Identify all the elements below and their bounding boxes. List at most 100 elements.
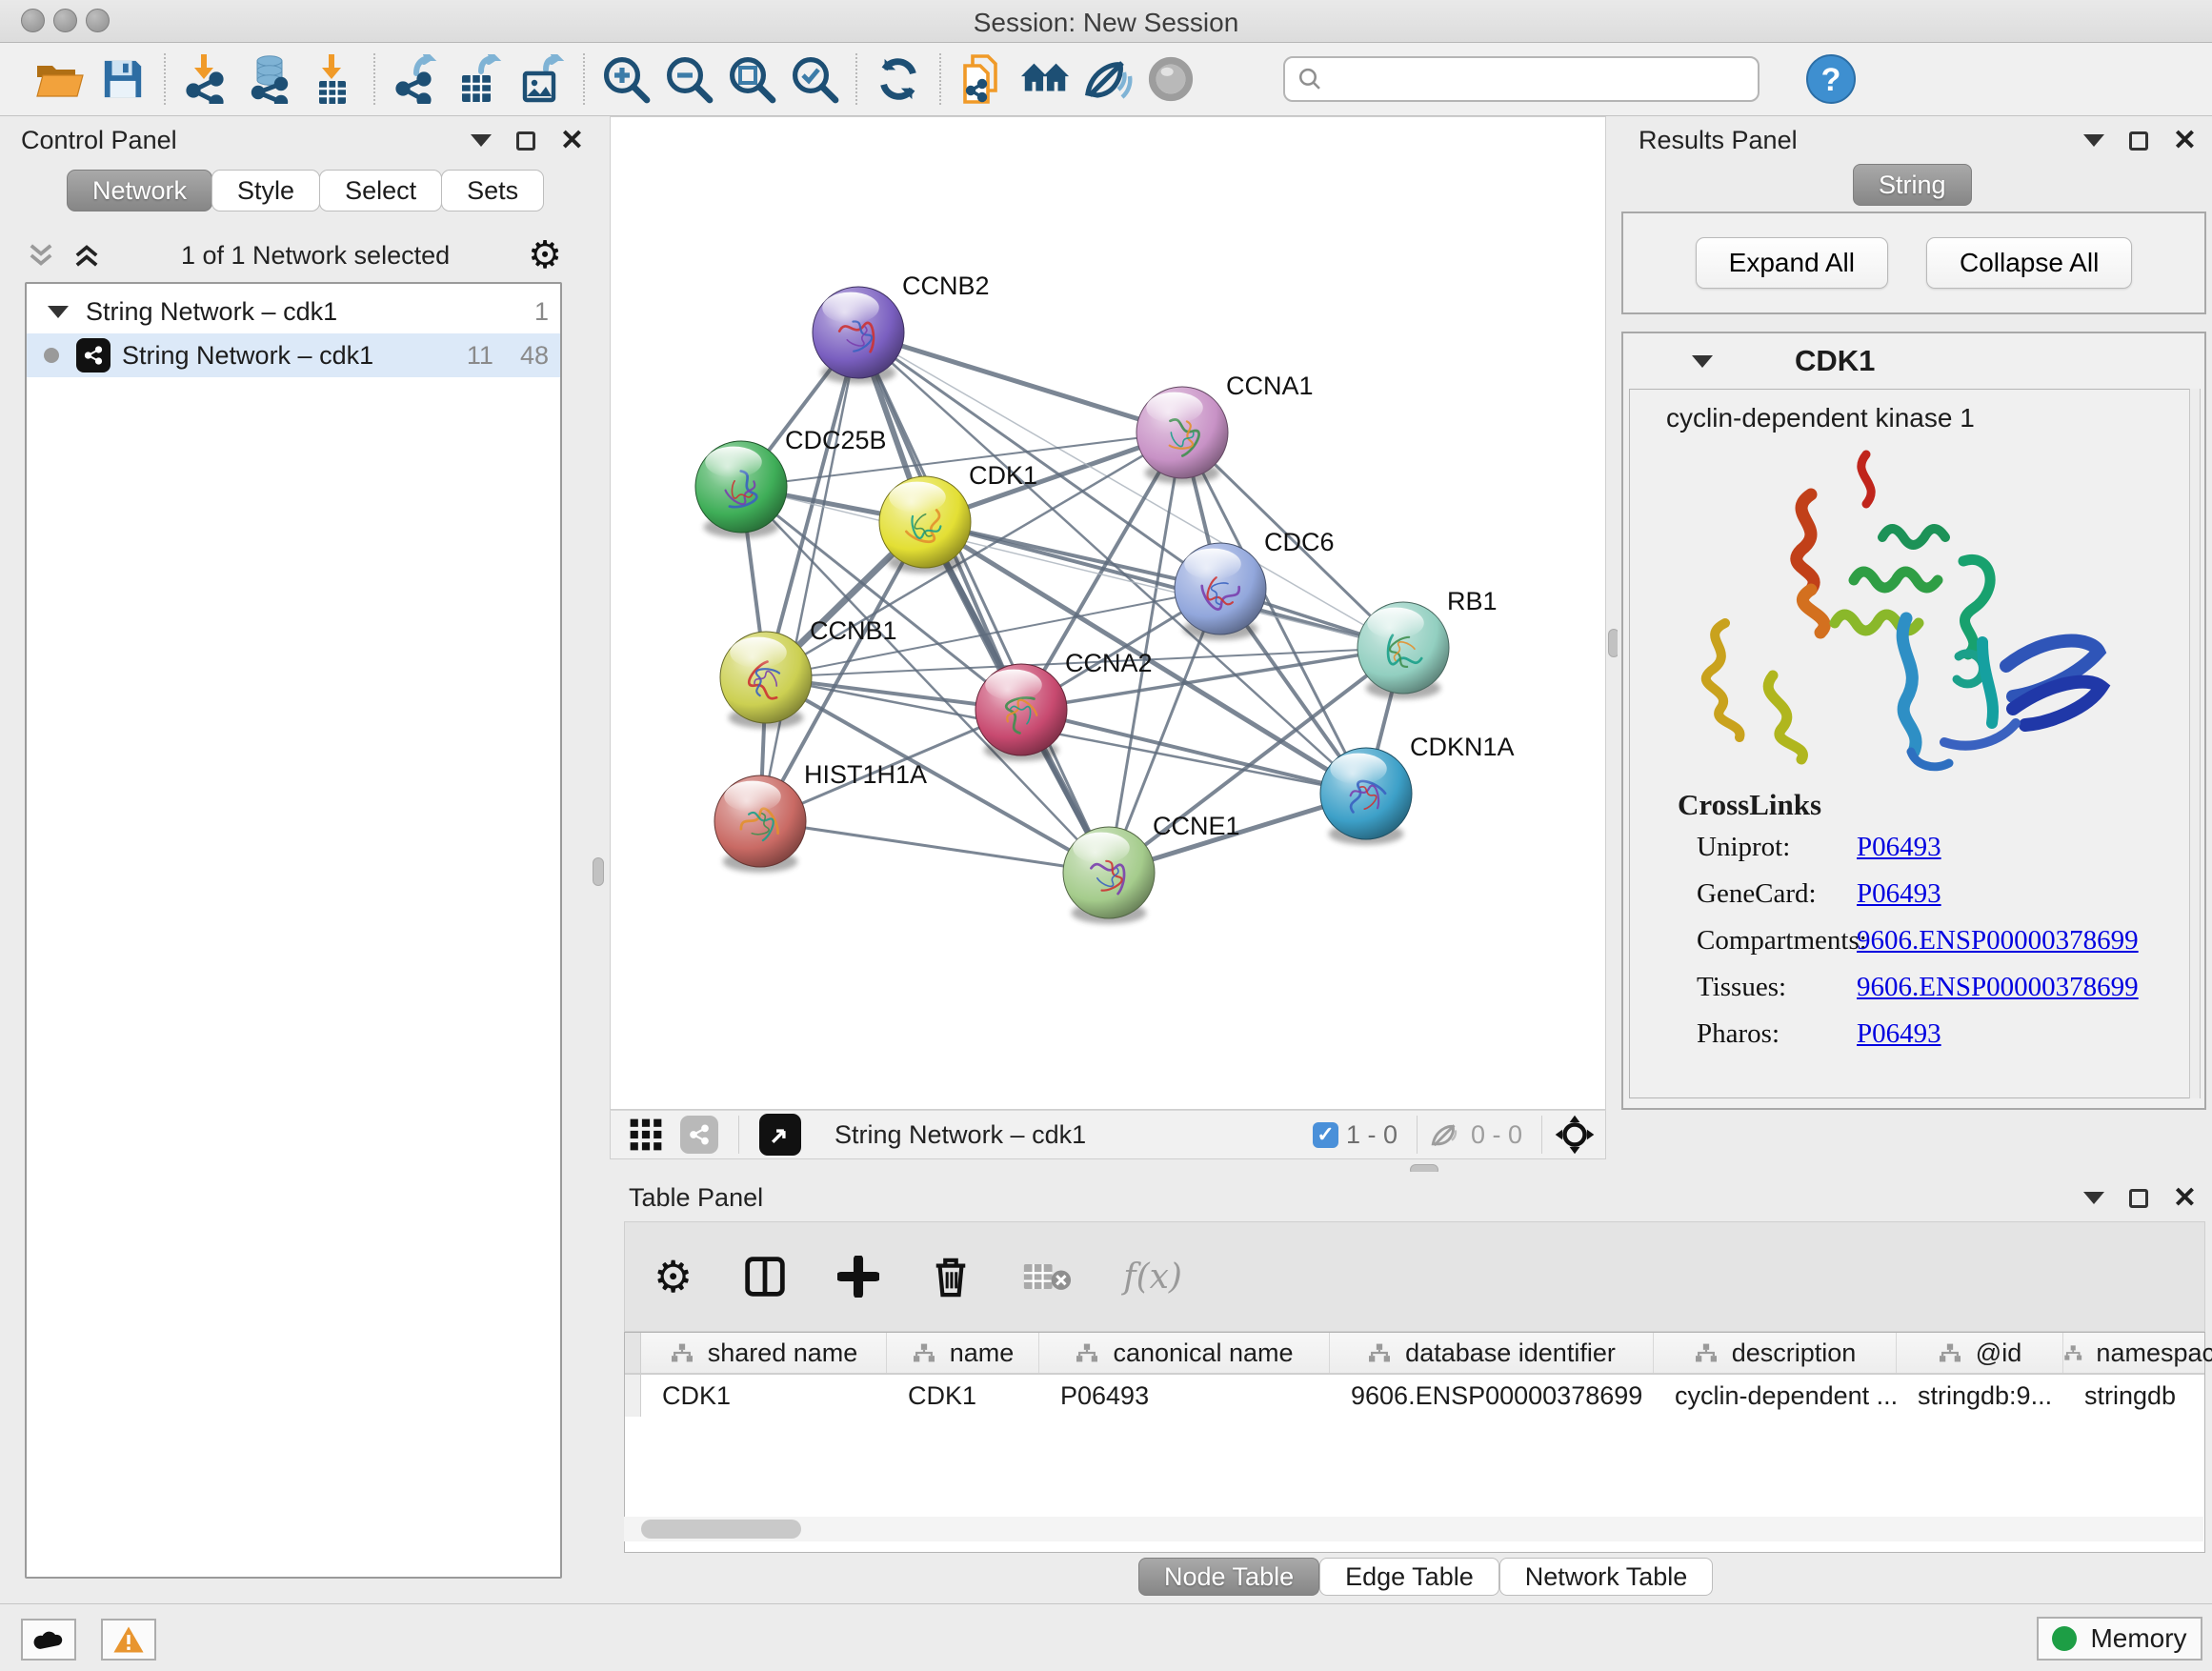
column-header-4[interactable]: description — [1654, 1333, 1897, 1373]
table-cell[interactable]: 9606.ENSP00000378699 — [1330, 1375, 1654, 1417]
network-node-HIST1H1A[interactable]: HIST1H1A — [714, 760, 927, 873]
crosslink-label: Tissues: — [1678, 972, 1857, 1003]
table-hscrollbar-thumb[interactable] — [641, 1520, 801, 1539]
tab-select[interactable]: Select — [319, 170, 442, 211]
show-glass-button[interactable] — [1139, 50, 1202, 109]
protein-collapse-icon[interactable] — [1692, 355, 1713, 368]
clone-network-button[interactable] — [951, 50, 1014, 109]
zoom-fit-button[interactable] — [720, 50, 783, 109]
export-network-button[interactable] — [385, 50, 448, 109]
network-node-CDC25B[interactable]: CDC25B — [695, 426, 887, 538]
delete-column-icon[interactable] — [931, 1255, 971, 1299]
column-header-3[interactable]: database identifier — [1330, 1333, 1654, 1373]
cloud-status-button[interactable] — [21, 1619, 76, 1661]
network-edge[interactable] — [858, 332, 1109, 873]
collection-expand-icon[interactable] — [48, 306, 69, 318]
save-session-button[interactable] — [91, 50, 154, 109]
crosslink-genecard-link[interactable]: P06493 — [1857, 878, 1941, 910]
birdseye-view-button[interactable] — [759, 1114, 801, 1156]
tab-style[interactable]: Style — [211, 170, 320, 211]
tab-edge-table[interactable]: Edge Table — [1319, 1558, 1499, 1596]
toolbar-separator — [855, 53, 857, 105]
show-columns-icon[interactable] — [744, 1256, 786, 1298]
tab-sets[interactable]: Sets — [441, 170, 544, 211]
node-label-HIST1H1A: HIST1H1A — [804, 760, 927, 789]
network-row-selected[interactable]: String Network – cdk1 11 48 — [27, 333, 560, 377]
expand-all-button[interactable]: Expand All — [1696, 237, 1888, 289]
gray-orb-icon — [1147, 55, 1195, 103]
network-canvas[interactable]: CCNB2CCNA1CDC25BCDK1CDC6RB1CCNB1CCNA2CDK… — [610, 116, 1606, 1110]
import-table-button[interactable] — [301, 50, 364, 109]
close-panel-icon[interactable]: ✕ — [2173, 1189, 2197, 1208]
tab-node-table[interactable]: Node Table — [1138, 1558, 1319, 1596]
tab-string[interactable]: String — [1853, 164, 1972, 206]
table-cell[interactable]: CDK1 — [887, 1375, 1039, 1417]
close-panel-icon[interactable]: ✕ — [560, 131, 584, 151]
float-panel-icon[interactable] — [2129, 131, 2148, 151]
export-table-button[interactable] — [448, 50, 511, 109]
network-thumbnail-icon[interactable] — [680, 1116, 718, 1154]
column-type-icon — [1367, 1342, 1392, 1363]
network-node-CDK1[interactable]: CDK1 — [879, 461, 1037, 574]
collapse-all-button[interactable]: Collapse All — [1926, 237, 2132, 289]
tab-network-table[interactable]: Network Table — [1499, 1558, 1714, 1596]
export-image-button[interactable] — [511, 50, 573, 109]
add-column-icon[interactable] — [837, 1256, 879, 1298]
float-panel-icon[interactable] — [516, 131, 535, 151]
network-options-gear-icon[interactable]: ⚙ — [528, 236, 562, 274]
crosslinks-section: CrossLinks Uniprot:P06493 GeneCard:P0649… — [1630, 788, 2194, 1050]
column-header-2[interactable]: canonical name — [1039, 1333, 1330, 1373]
crosslink-pharos-link[interactable]: P06493 — [1857, 1018, 1941, 1050]
network-edge[interactable] — [760, 332, 858, 821]
panel-menu-icon[interactable] — [2083, 1192, 2104, 1204]
network-node-CCNA1[interactable]: CCNA1 — [1136, 372, 1314, 484]
import-network-database-button[interactable] — [238, 50, 301, 109]
panel-menu-icon[interactable] — [2083, 134, 2104, 147]
crosslink-compartments-link[interactable]: 9606.ENSP00000378699 — [1857, 925, 2139, 956]
apply-layout-button[interactable] — [867, 50, 930, 109]
zoom-out-button[interactable] — [657, 50, 720, 109]
selected-checkbox-icon[interactable]: ✓ — [1313, 1122, 1338, 1148]
search-field[interactable] — [1283, 56, 1760, 102]
table-hscrollbar[interactable] — [624, 1517, 2203, 1541]
table-cell[interactable]: P06493 — [1039, 1375, 1330, 1417]
network-node-CDKN1A[interactable]: CDKN1A — [1320, 733, 1515, 845]
table-cell[interactable]: stringdb:9... — [1897, 1375, 2063, 1417]
crosslink-tissues-link[interactable]: 9606.ENSP00000378699 — [1857, 972, 2139, 1003]
memory-button[interactable]: Memory — [2037, 1617, 2202, 1661]
table-cell[interactable]: cyclin-dependent ... — [1654, 1375, 1897, 1417]
table-row[interactable]: CDK1CDK1P064939606.ENSP00000378699cyclin… — [625, 1375, 2204, 1417]
import-network-file-button[interactable] — [175, 50, 238, 109]
table-cell[interactable]: stringdb — [2063, 1375, 2212, 1417]
crosslink-uniprot-link[interactable]: P06493 — [1857, 832, 1941, 863]
network-collection-row[interactable]: String Network – cdk1 1 — [27, 290, 560, 333]
table-cell[interactable]: CDK1 — [641, 1375, 887, 1417]
open-session-button[interactable] — [29, 50, 91, 109]
home-networks-button[interactable] — [1014, 50, 1076, 109]
column-header-5[interactable]: @id — [1897, 1333, 2063, 1373]
help-button[interactable]: ? — [1800, 50, 1862, 109]
network-edge[interactable] — [760, 821, 1109, 873]
pan-crosshair-icon[interactable] — [1554, 1114, 1596, 1156]
hide-glass-button[interactable] — [1076, 50, 1139, 109]
results-scrollbar[interactable] — [2189, 389, 2201, 1098]
search-input[interactable] — [1323, 64, 1746, 95]
warnings-button[interactable] — [101, 1619, 156, 1661]
tab-network[interactable]: Network — [67, 170, 212, 211]
panel-menu-icon[interactable] — [471, 134, 492, 147]
column-header-0[interactable]: shared name — [641, 1333, 887, 1373]
left-splitter-handle[interactable] — [593, 857, 604, 886]
zoom-selected-button[interactable] — [783, 50, 846, 109]
grid-view-icon[interactable] — [629, 1117, 663, 1152]
column-header-1[interactable]: name — [887, 1333, 1039, 1373]
table-options-gear-icon[interactable]: ⚙ — [654, 1255, 693, 1299]
network-graph[interactable]: CCNB2CCNA1CDC25BCDK1CDC6RB1CCNB1CCNA2CDK… — [611, 117, 1605, 1109]
float-panel-icon[interactable] — [2129, 1189, 2148, 1208]
expand-all-icon[interactable] — [70, 239, 103, 272]
collapse-all-icon[interactable] — [25, 239, 57, 272]
network-node-RB1[interactable]: RB1 — [1357, 587, 1498, 699]
column-header-6[interactable]: namespac — [2063, 1333, 2212, 1373]
network-edge[interactable] — [858, 332, 1182, 433]
zoom-in-button[interactable] — [594, 50, 657, 109]
close-panel-icon[interactable]: ✕ — [2173, 131, 2197, 151]
